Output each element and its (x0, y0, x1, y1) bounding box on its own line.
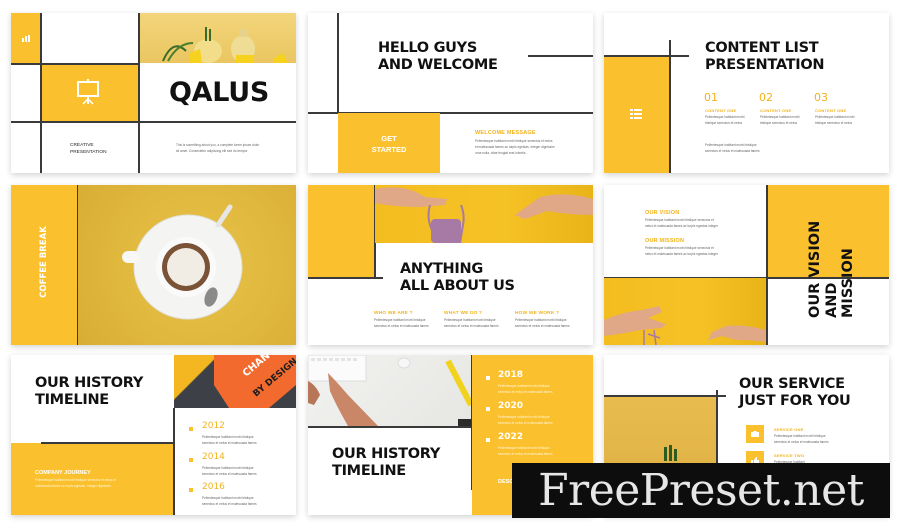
about-title: ANYTHING ALL ABOUT US (400, 261, 515, 294)
grid-line (528, 55, 593, 57)
slide-cover[interactable]: QALUS CREATIVE PRESENTATION This is some… (11, 13, 296, 173)
mission-body: Pellentesque habitant morbi tristique se… (645, 246, 718, 257)
briefcase-icon (746, 425, 764, 443)
grid-line (41, 442, 174, 444)
cover-subtitle: CREATIVE PRESENTATION (70, 143, 107, 155)
slide-vision-mission[interactable]: OUR VISION AND MISSION OUR VISION Pellen… (604, 185, 889, 345)
presentation-board-icon (73, 75, 103, 109)
grid-line (669, 40, 671, 173)
content-list-footer: Pellentesque habitant morbi tristique se… (705, 143, 760, 154)
slide-history-timeline-1[interactable]: CHANGE BY DESIGN OUR HISTORY TIMELINE CO… (11, 355, 296, 515)
watermark-banner: FreePreset.net (512, 463, 890, 518)
vision-body: Pellentesque habitant morbi tristique se… (645, 218, 718, 229)
bar-chart-icon (20, 33, 32, 43)
grid-line (604, 55, 689, 57)
grid-line (173, 408, 175, 515)
history2-title: OUR HISTORY TIMELINE (332, 446, 441, 479)
hands-mask-photo (375, 185, 593, 244)
content-list-title: CONTENT LIST PRESENTATION (705, 40, 825, 73)
slide-coffee-break[interactable]: COFFEE BREAK (11, 185, 296, 345)
accent-block-corner (308, 185, 374, 277)
book-photo: CHANGE BY DESIGN (174, 355, 296, 408)
vision-heading: OUR VISION (645, 210, 680, 216)
company-journey-body: Pellentesque habitant morbi tristique se… (35, 478, 116, 489)
plants-photo (138, 13, 296, 63)
grid-line (40, 13, 42, 173)
hands-puppet-photo (604, 278, 766, 345)
grid-line (138, 13, 140, 173)
list-icon (629, 108, 643, 120)
slide-welcome[interactable]: HELLO GUYS AND WELCOME GET STARTED WELCO… (308, 13, 593, 173)
cover-title: QALUS (169, 77, 269, 108)
company-journey-heading: COMPANY JOURNEY (35, 470, 91, 476)
mission-heading: OUR MISSION (645, 238, 685, 244)
welcome-title: HELLO GUYS AND WELCOME (378, 40, 498, 73)
cover-description: This is something about you, a complete … (176, 143, 260, 154)
grid-line (308, 277, 383, 279)
welcome-message-body: Pellentesque habitant morbi tristique se… (475, 139, 555, 156)
coffee-cup-photo (78, 185, 296, 345)
grid-line (604, 395, 726, 397)
vision-mission-title: OUR VISION AND MISSION (806, 220, 857, 319)
keyboard-desk-photo (308, 355, 474, 426)
grid-line (337, 13, 339, 113)
welcome-message-heading: WELCOME MESSAGE (475, 130, 536, 136)
grid-line (11, 121, 296, 123)
coffee-break-label: COFFEE BREAK (39, 226, 49, 298)
slide-about-us[interactable]: ANYTHING ALL ABOUT US WHO WE ARE ? Pelle… (308, 185, 593, 345)
slide-content-list[interactable]: CONTENT LIST PRESENTATION 01 CONTENT ONE… (604, 13, 889, 173)
history-title: OUR HISTORY TIMELINE (35, 375, 144, 408)
grid-line (766, 185, 768, 345)
grid-line (308, 426, 471, 428)
get-started-button[interactable]: GET STARTED (338, 113, 440, 173)
service-title: OUR SERVICE JUST FOR YOU (739, 376, 851, 409)
desc-heading: DESC (498, 479, 514, 485)
grid-line (11, 63, 138, 65)
